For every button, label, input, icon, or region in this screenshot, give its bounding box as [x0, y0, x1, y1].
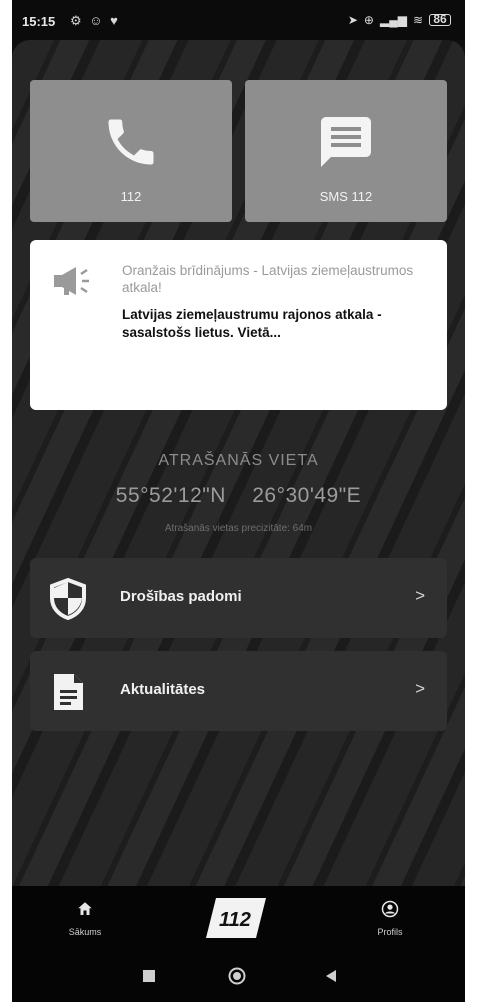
nav-home[interactable]: Sākums [50, 900, 120, 937]
warning-alert-card[interactable]: Oranžais brīdinājums - Latvijas ziemeļau… [30, 240, 447, 410]
home-circle-icon[interactable] [228, 967, 246, 985]
back-icon[interactable] [324, 969, 338, 983]
notification-icons: ⚙ ☺ ♥ [70, 13, 120, 28]
alert-title: Oranžais brīdinājums - Latvijas ziemeļau… [122, 263, 414, 295]
status-indicators: ➤ ⊕ ▂▄▆ ≋ 86 [348, 12, 451, 28]
signal-icon: ▂▄▆ [379, 13, 407, 27]
home-icon [78, 902, 92, 915]
sms-112-label: SMS 112 [319, 189, 373, 204]
location-precision: Atrašanās vietas precizitāte: 64m [164, 523, 313, 534]
logo-112[interactable]: 112 [204, 896, 268, 940]
profile-icon [381, 900, 399, 918]
message-icon [321, 117, 371, 167]
news-row[interactable]: Aktualitātes > [30, 651, 447, 731]
wifi-icon: ≋ [412, 13, 423, 27]
recent-apps-icon[interactable] [142, 969, 156, 983]
coordinates: 55°52'12"N 26°30'49"E [12, 484, 465, 508]
news-label: Aktualitātes [120, 681, 206, 698]
phone-screen: 15:15 ⚙ ☺ ♥ ➤ ⊕ ▂▄▆ ≋ 86 112 SMS 112 Ora… [12, 0, 465, 1002]
longitude: 26°30'49"E [252, 484, 362, 507]
main-content: 112 SMS 112 Oranžais brīdinājums - Latvi… [12, 40, 465, 886]
vibrate-icon: ⊕ [363, 13, 374, 27]
safety-tips-row[interactable]: Drošības padomi > [30, 558, 447, 638]
chevron-right-icon: > [415, 586, 425, 605]
nav-profile-label: Profils [377, 927, 403, 937]
shield-icon [50, 578, 86, 620]
battery-icon: 86 [429, 13, 451, 26]
bottom-navigation: Sākums 112 Profils [12, 886, 465, 952]
chevron-right-icon: > [415, 679, 425, 698]
status-bar: 15:15 ⚙ ☺ ♥ ➤ ⊕ ▂▄▆ ≋ 86 [12, 0, 465, 40]
nav-profile[interactable]: Profils [355, 900, 425, 937]
phone-icon [108, 119, 154, 165]
safety-tips-label: Drošības padomi [120, 588, 242, 605]
megaphone-icon [54, 267, 89, 295]
nav-home-label: Sākums [68, 927, 102, 937]
call-112-label: 112 [120, 189, 142, 204]
location-icon: ➤ [347, 13, 358, 27]
document-icon [54, 674, 83, 710]
sms-112-button[interactable]: SMS 112 [245, 80, 447, 222]
location-heading: ATRAŠANĀS VIETA [158, 452, 319, 469]
logo-112-text: 112 [219, 909, 251, 931]
system-navigation-bar [12, 952, 465, 1002]
status-time: 15:15 [22, 14, 56, 29]
latitude: 55°52'12"N [115, 484, 226, 507]
alert-body: Latvijas ziemeļaustrumu rajonos atkala -… [122, 307, 382, 340]
call-112-button[interactable]: 112 [30, 80, 232, 222]
